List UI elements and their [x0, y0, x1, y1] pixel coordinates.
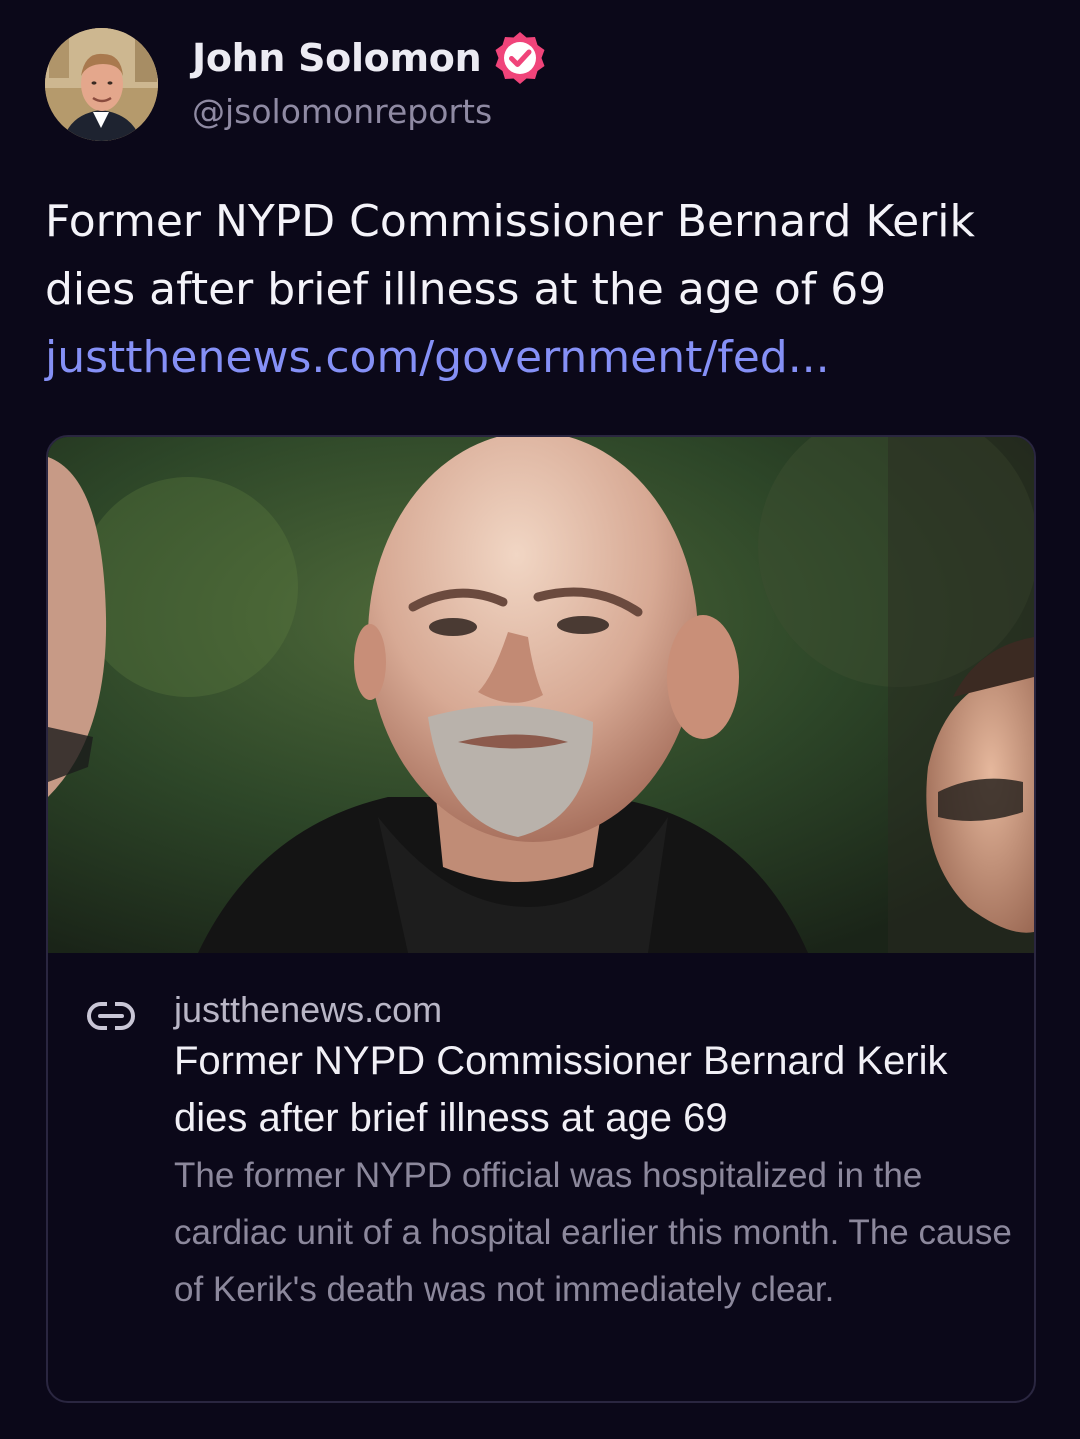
post: John Solomon @jsolomonreports Former NYP…	[0, 0, 1080, 1439]
card-description: The former NYPD official was hospitalize…	[174, 1156, 1012, 1309]
author-name[interactable]: John Solomon	[192, 36, 482, 80]
post-link[interactable]: justthenews.com/government/fed...	[45, 332, 830, 383]
card-image	[48, 437, 1034, 953]
author-name-row: John Solomon	[192, 30, 549, 86]
post-body-text: Former NYPD Commissioner Bernard Kerik d…	[45, 196, 975, 315]
card-title: Former NYPD Commissioner Bernard Kerik d…	[174, 1039, 948, 1140]
link-icon	[87, 1001, 135, 1031]
avatar-image	[45, 28, 158, 141]
card-info: justthenews.com Former NYPD Commissioner…	[48, 953, 1034, 1401]
author-handle[interactable]: @jsolomonreports	[192, 92, 492, 131]
verified-badge-icon	[495, 32, 545, 84]
link-preview-card[interactable]: justthenews.com Former NYPD Commissioner…	[46, 435, 1036, 1403]
post-text: Former NYPD Commissioner Bernard Kerik d…	[45, 188, 1035, 392]
author-avatar[interactable]	[45, 28, 158, 141]
card-domain: justthenews.com	[174, 989, 443, 1030]
article-photo	[48, 437, 1034, 953]
